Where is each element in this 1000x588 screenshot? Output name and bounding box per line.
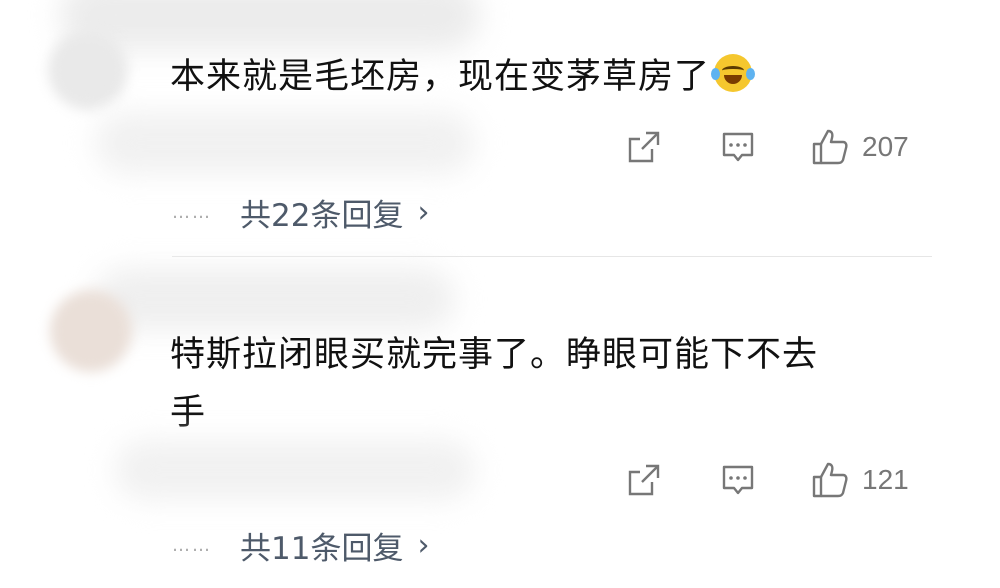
comment-button[interactable] <box>720 129 756 165</box>
like-button[interactable]: 121 <box>810 460 909 500</box>
blurred-username <box>95 268 455 330</box>
comment-text-line-1: 特斯拉闭眼买就完事了。睁眼可能下不去 <box>170 335 819 375</box>
chevron-right-icon: › <box>417 195 430 230</box>
share-button[interactable] <box>626 129 662 165</box>
comment-actions: 207 <box>626 127 909 167</box>
chevron-right-icon: › <box>417 528 430 563</box>
comment-actions: 121 <box>626 460 909 500</box>
like-count: 121 <box>862 464 909 495</box>
thumbs-up-icon <box>812 129 848 165</box>
comment-text: 本来就是毛坯房，现在变茅草房了 <box>170 48 756 106</box>
comment-text: 特斯拉闭眼买就完事了。睁眼可能下不去 手 <box>170 326 818 442</box>
thumbs-up-icon <box>812 462 848 498</box>
comment-text-line-2: 手 <box>170 393 207 433</box>
thread-dots: …… <box>172 535 212 556</box>
laughing-crying-emoji-icon <box>711 54 756 92</box>
view-replies-link[interactable]: …… 共11条回复 › <box>172 523 429 568</box>
blurred-meta <box>115 440 475 500</box>
view-replies-link[interactable]: …… 共22条回复 › <box>172 190 429 235</box>
like-count: 207 <box>862 131 909 162</box>
avatar[interactable] <box>48 30 128 110</box>
reply-count-label: 共11条回复 <box>240 531 404 567</box>
comment-icon <box>722 132 754 162</box>
like-button[interactable]: 207 <box>810 127 909 167</box>
thread-dots: …… <box>172 202 212 223</box>
comment-button[interactable] <box>720 462 756 498</box>
divider <box>172 256 932 257</box>
reply-count-label: 共22条回复 <box>240 198 404 234</box>
share-button[interactable] <box>626 462 662 498</box>
share-icon <box>628 464 660 496</box>
blurred-username <box>60 0 480 50</box>
comment-icon <box>722 465 754 495</box>
avatar[interactable] <box>50 290 132 372</box>
share-icon <box>628 131 660 163</box>
blurred-meta <box>95 112 475 174</box>
